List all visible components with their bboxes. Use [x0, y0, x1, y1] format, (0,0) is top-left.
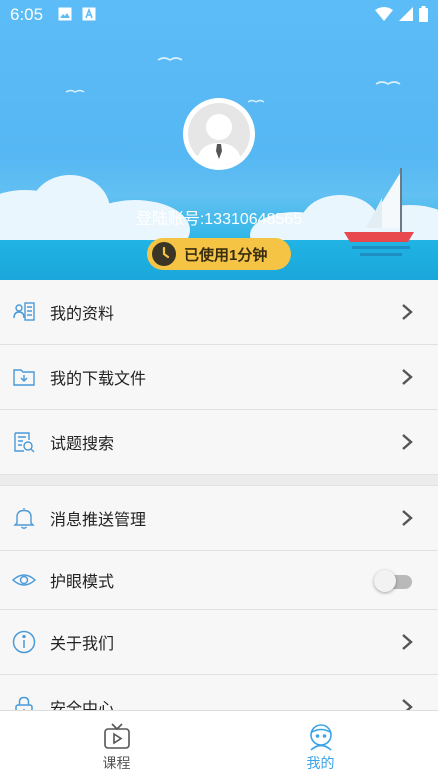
menu-item-label: 我的下载文件 [50, 371, 147, 388]
info-icon [12, 630, 36, 654]
account-label: 登陆账号:13310648565 [135, 211, 303, 228]
menu-item-notifications[interactable]: 消息推送管理 [0, 486, 438, 551]
status-time: 6:05 [10, 5, 44, 24]
chevron-right-icon [402, 304, 413, 320]
tab-mine[interactable]: 我的 [211, 711, 430, 779]
eye-care-toggle[interactable] [374, 570, 414, 592]
signal-icon [399, 7, 413, 21]
search-document-icon [14, 432, 35, 453]
chevron-right-icon [402, 510, 413, 526]
menu-item-downloads[interactable]: 我的下载文件 [0, 345, 438, 410]
account-number: 登陆账号:13310648565 [0, 205, 438, 229]
default-avatar-icon [196, 114, 242, 165]
menu-item-profile[interactable]: 我的资料 [0, 280, 438, 345]
system-icons [375, 6, 428, 22]
image-notification-icon [58, 7, 72, 21]
menu-item-eye-care[interactable]: 护眼模式 [0, 551, 438, 610]
profile-header: 登陆账号:13310648565 已使用1分钟 [0, 0, 438, 280]
menu-item-label: 护眼模式 [50, 574, 115, 591]
menu-item-about[interactable]: 关于我们 [0, 610, 438, 675]
menu-list: 我的资料 我的下载文件 试题搜索 消息推送管理 护眼模式 关于我们 [0, 280, 438, 740]
menu-item-label: 消息推送管理 [50, 512, 147, 529]
bell-icon [13, 508, 35, 529]
tab-courses[interactable]: 课程 [7, 711, 226, 779]
status-bar: 6:05 [0, 0, 438, 30]
chevron-right-icon [402, 434, 413, 450]
tab-label: 课程 [102, 755, 131, 771]
section-divider [0, 475, 438, 486]
usage-text: 已使用1分钟 [184, 246, 268, 264]
a-notification-icon [82, 7, 96, 21]
chevron-right-icon [402, 634, 413, 650]
menu-item-label: 关于我们 [50, 636, 115, 653]
menu-item-label: 我的资料 [50, 306, 115, 323]
menu-item-label: 试题搜索 [50, 436, 115, 453]
menu-item-question-search[interactable]: 试题搜索 [0, 410, 438, 475]
notification-icons [58, 7, 96, 21]
clock-icon [152, 242, 176, 266]
usage-badge: 已使用1分钟 [147, 238, 291, 270]
tab-label: 我的 [306, 755, 335, 771]
wifi-icon [375, 7, 393, 21]
tv-play-icon [103, 723, 130, 749]
chevron-right-icon [402, 369, 413, 385]
bottom-tab-bar: 课程 我的 [0, 710, 438, 779]
user-face-icon [309, 724, 332, 751]
download-folder-icon [13, 369, 35, 386]
battery-icon [419, 6, 428, 22]
avatar[interactable] [183, 98, 255, 170]
profile-card-icon [13, 302, 35, 321]
eye-icon [12, 574, 36, 586]
